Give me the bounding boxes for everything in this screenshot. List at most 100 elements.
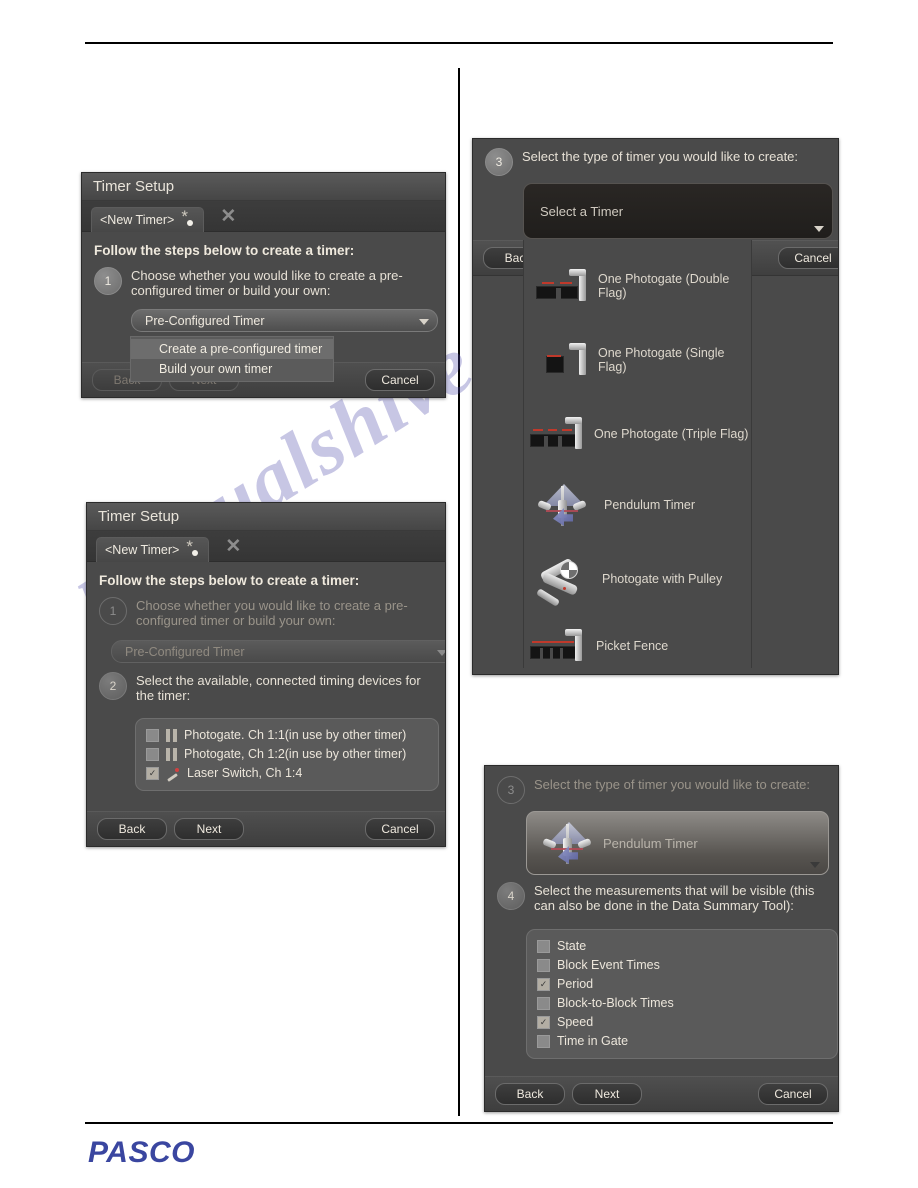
cancel-button[interactable]: Cancel: [758, 1083, 828, 1105]
sparkle-icon: [181, 208, 195, 227]
back-button[interactable]: Back: [97, 818, 167, 840]
timer-type-option-label: One Photogate (Single Flag): [598, 346, 725, 374]
timer-mode-value: Pre-Configured Timer: [125, 644, 245, 659]
step-1-text: Choose whether you would like to create …: [136, 598, 408, 628]
device-checkbox[interactable]: [146, 729, 159, 742]
measurement-row[interactable]: ✓ Period: [537, 975, 827, 994]
timer-type-combobox[interactable]: Select a Timer: [523, 183, 833, 239]
photogate-single-flag-icon: [534, 343, 590, 377]
timer-mode-dropdown-list[interactable]: Create a pre-configured timer Build your…: [130, 336, 334, 382]
dialog-footer: Back Next Cancel: [87, 811, 445, 846]
step-1: 1 Choose whether you would like to creat…: [87, 597, 445, 628]
timer-setup-dialog-step2: Timer Setup <New Timer> ✕ Follow the ste…: [86, 502, 446, 847]
timer-mode-combobox[interactable]: Pre-Configured Timer: [131, 309, 438, 332]
timer-type-option[interactable]: Photogate with Pulley: [524, 550, 751, 608]
timer-type-value: Pendulum Timer: [603, 835, 698, 851]
close-icon[interactable]: ✕: [220, 207, 236, 226]
timer-type-option-list[interactable]: One Photogate (Double Flag) One Photogat…: [523, 240, 752, 668]
step-number-badge: 1: [94, 267, 122, 295]
dialog-body: Follow the steps below to create a timer…: [82, 232, 445, 332]
step-3-text: Select the type of timer you would like …: [534, 777, 811, 792]
timer-type-option[interactable]: One Photogate (Single Flag): [524, 330, 751, 390]
timer-type-option[interactable]: Picket Fence: [524, 622, 751, 670]
dialog-tabbar: <New Timer> ✕: [82, 201, 445, 232]
step-3-text: Select the type of timer you would like …: [522, 149, 799, 164]
measurements-listbox[interactable]: State Block Event Times ✓ Period Block-t…: [526, 929, 838, 1059]
measurement-label: Speed: [557, 1015, 594, 1029]
dropdown-option-build-your-own[interactable]: Build your own timer: [131, 359, 333, 379]
measurement-label: Period: [557, 977, 594, 991]
measurement-checkbox[interactable]: [537, 940, 550, 953]
timer-type-option-label: Photogate with Pulley: [602, 572, 723, 586]
device-row[interactable]: Photogate, Ch 1:2(in use by other timer): [146, 745, 428, 764]
timer-type-option[interactable]: One Photogate (Double Flag): [524, 256, 751, 316]
measurement-checkbox[interactable]: [537, 959, 550, 972]
timer-type-combobox[interactable]: Pendulum Timer: [526, 811, 829, 875]
step-1-text: Choose whether you would like to create …: [131, 268, 403, 298]
laser-switch-icon: [166, 767, 180, 780]
timing-devices-listbox[interactable]: Photogate. Ch 1:1(in use by other timer)…: [135, 718, 439, 791]
step-3: 3 Select the type of timer you would lik…: [485, 766, 838, 804]
dialog-lead-text: Follow the steps below to create a timer…: [99, 573, 360, 588]
device-row[interactable]: ✓ Laser Switch, Ch 1:4: [146, 764, 428, 783]
timer-type-dialog: 3 Select the type of timer you would lik…: [472, 138, 839, 675]
chevron-down-icon: [437, 649, 445, 656]
measurement-row[interactable]: State: [537, 937, 827, 956]
device-label: Laser Switch, Ch 1:4: [187, 766, 303, 780]
next-button[interactable]: Next: [174, 818, 244, 840]
step-1: 1 Choose whether you would like to creat…: [82, 267, 445, 298]
timer-measurements-dialog: 3 Select the type of timer you would lik…: [484, 765, 839, 1112]
timer-type-option-label: One Photogate (Double Flag): [598, 272, 730, 300]
footer-rule: [85, 1122, 833, 1124]
cancel-button[interactable]: Cancel: [365, 818, 435, 840]
measurement-row[interactable]: Block Event Times: [537, 956, 827, 975]
header-rule: [85, 42, 833, 44]
timer-mode-value: Pre-Configured Timer: [145, 313, 265, 328]
dialog-title: Timer Setup: [82, 173, 445, 201]
column-divider: [458, 68, 460, 1116]
close-icon[interactable]: ✕: [225, 537, 241, 556]
device-checkbox[interactable]: [146, 748, 159, 761]
device-row[interactable]: Photogate. Ch 1:1(in use by other timer): [146, 726, 428, 745]
tab-new-timer[interactable]: <New Timer>: [96, 536, 210, 562]
measurement-checkbox[interactable]: [537, 997, 550, 1010]
device-label: Photogate. Ch 1:1(in use by other timer): [184, 728, 407, 742]
tab-new-timer[interactable]: <New Timer>: [91, 206, 205, 232]
timer-type-option[interactable]: One Photogate (Triple Flag): [524, 404, 751, 464]
photogate-triple-flag-icon: [530, 417, 586, 451]
timer-type-option[interactable]: Pendulum Timer: [524, 474, 751, 536]
dropdown-option-create-preconfigured[interactable]: Create a pre-configured timer: [131, 339, 333, 359]
chevron-down-icon: [814, 226, 824, 232]
timer-mode-combobox[interactable]: Pre-Configured Timer: [111, 640, 445, 663]
tab-label: <New Timer>: [100, 212, 175, 227]
step-number-badge: 4: [497, 882, 525, 910]
measurement-checkbox[interactable]: [537, 1035, 550, 1048]
dialog-tabbar: <New Timer> ✕: [87, 531, 445, 562]
measurement-row[interactable]: Block-to-Block Times: [537, 994, 827, 1013]
pendulum-timer-icon: [541, 820, 593, 866]
step-2-text: Select the available, connected timing d…: [136, 673, 421, 703]
pasco-logo: PASCO: [88, 1136, 195, 1169]
cancel-button[interactable]: Cancel: [778, 247, 838, 269]
measurement-row[interactable]: ✓ Speed: [537, 1013, 827, 1032]
step-2: 2 Select the available, connected timing…: [87, 672, 445, 703]
photogate-double-flag-icon: [534, 269, 590, 303]
photogate-icon: [166, 748, 177, 761]
back-button[interactable]: Back: [495, 1083, 565, 1105]
measurement-label: Block Event Times: [557, 958, 660, 972]
cancel-button[interactable]: Cancel: [365, 369, 435, 391]
next-button[interactable]: Next: [572, 1083, 642, 1105]
step-number-badge: 3: [497, 776, 525, 804]
timer-type-option-label: Pendulum Timer: [604, 498, 696, 512]
measurement-label: Time in Gate: [557, 1034, 629, 1048]
measurement-row[interactable]: Time in Gate: [537, 1032, 827, 1051]
device-label: Photogate, Ch 1:2(in use by other timer): [184, 747, 407, 761]
device-checkbox[interactable]: ✓: [146, 767, 159, 780]
measurement-label: State: [557, 939, 587, 953]
dialog-title: Timer Setup: [87, 503, 445, 531]
measurement-checkbox[interactable]: ✓: [537, 978, 550, 991]
sparkle-icon: [186, 538, 200, 557]
measurement-checkbox[interactable]: ✓: [537, 1016, 550, 1029]
tab-label: <New Timer>: [105, 542, 180, 557]
measurement-label: Block-to-Block Times: [557, 996, 674, 1010]
